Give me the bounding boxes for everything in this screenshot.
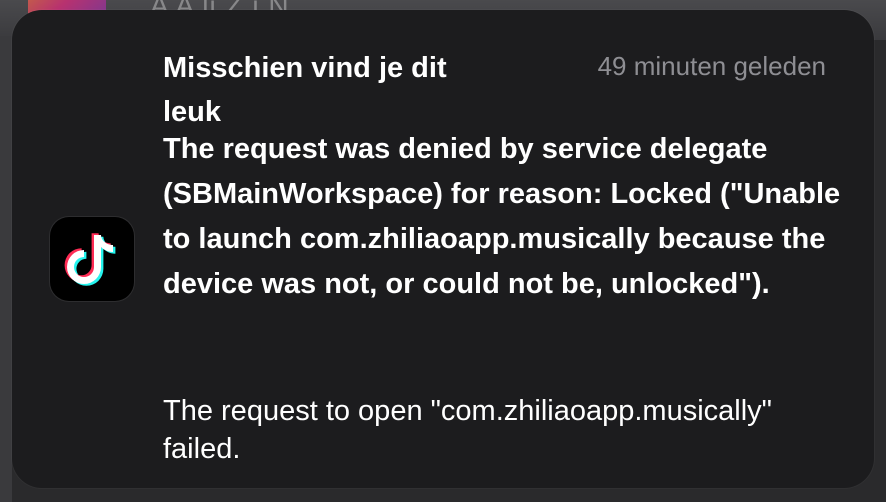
notification-message: The request was denied by service delega… [163,133,841,300]
notification-title: Misschien vind je dit leuk [163,52,447,128]
tiktok-icon [50,217,134,301]
notification-card[interactable]: Misschien vind je dit leuk 49 minuten ge… [12,10,874,488]
background-edge [0,36,12,502]
notification-detail: The request to open "com.zhiliaoapp.musi… [163,395,772,465]
notification-timestamp: 49 minuten geleden [597,51,826,81]
